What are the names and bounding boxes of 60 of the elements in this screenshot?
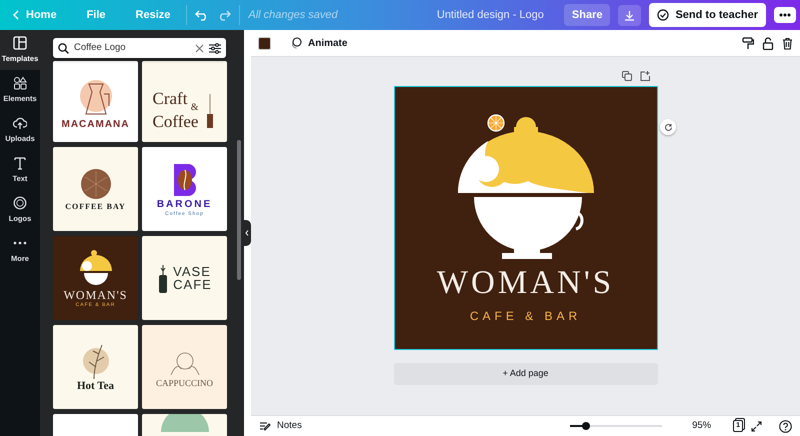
color-swatch[interactable]	[258, 36, 271, 50]
template-title: Coffee	[152, 113, 198, 130]
search-icon	[58, 42, 69, 54]
template-thumbnail[interactable]: MACAMANA	[53, 61, 138, 142]
close-icon[interactable]	[195, 44, 204, 52]
template-title: BARONE	[156, 200, 212, 210]
animate-icon	[290, 37, 302, 49]
more-icon	[779, 13, 791, 17]
template-thumbnail[interactable]: COFFEE BAY	[53, 147, 138, 231]
text-icon	[13, 156, 27, 170]
download-icon	[624, 10, 636, 20]
help-icon[interactable]	[779, 420, 792, 432]
template-thumbnail[interactable]: CAPPUCCINO	[142, 325, 227, 409]
add-page-icon[interactable]	[640, 71, 650, 81]
template-title: &	[190, 103, 198, 113]
vase-drawing	[157, 263, 170, 293]
design-canvas[interactable]: WOMAN'S CAFE & BAR	[394, 86, 658, 350]
design-title[interactable]: Untitled design - Logo	[436, 6, 544, 24]
chevron-left-icon	[245, 230, 249, 236]
template-thumbnail[interactable]: Craft & Coffee	[142, 61, 227, 142]
download-button[interactable]	[618, 4, 642, 26]
template-title: Hot Tea	[77, 380, 114, 392]
shapes-icon	[13, 76, 27, 90]
template-title: MACAMANA	[62, 120, 130, 130]
template-title: CAPPUCCINO	[156, 378, 213, 388]
filter-icon[interactable]	[209, 42, 221, 54]
template-title: COFFEE BAY	[65, 203, 126, 211]
add-page-button[interactable]: + Add page	[394, 363, 658, 385]
template-thumbnail[interactable]: VASE CAFE	[142, 236, 227, 320]
cloud-upload-icon	[13, 116, 27, 130]
layout-icon	[13, 36, 27, 50]
duplicate-icon[interactable]	[622, 71, 632, 81]
logo-subtitle[interactable]: CAFE & BAR	[470, 307, 582, 325]
trash-icon[interactable]	[782, 36, 793, 50]
template-title: VASE	[173, 265, 211, 278]
scrollbar[interactable]	[237, 140, 241, 280]
send-to-teacher-button[interactable]: Send to teacher	[649, 2, 766, 28]
zoom-reading[interactable]: 95%	[692, 418, 712, 434]
refresh-icon	[664, 122, 672, 132]
share-button[interactable]: Share	[564, 4, 610, 26]
animate-button[interactable]: Animate	[288, 34, 350, 52]
notes-button[interactable]: Notes	[259, 418, 302, 434]
rotate-handle[interactable]	[660, 119, 676, 135]
template-title: Craft	[152, 90, 188, 107]
template-title: CAFE	[173, 278, 212, 291]
unlock-icon[interactable]	[762, 36, 774, 50]
logo-title[interactable]: WOMAN'S	[436, 267, 614, 300]
back-icon	[12, 10, 20, 20]
template-thumbnail[interactable]: Hot Tea	[53, 325, 138, 409]
search-bar[interactable]: Coffee Logo	[53, 38, 226, 58]
more-button[interactable]	[774, 7, 796, 23]
template-title: WOMAN'S	[64, 288, 128, 300]
logo-badge-icon	[13, 196, 27, 210]
slider-thumb[interactable]	[582, 422, 590, 430]
paint-roller-icon[interactable]	[742, 36, 754, 50]
coffee-bean-drawing	[78, 167, 112, 201]
save-status: All changes saved	[248, 8, 338, 23]
notes-icon	[259, 421, 271, 431]
fullscreen-icon[interactable]	[751, 420, 762, 432]
check-icon	[657, 9, 670, 21]
